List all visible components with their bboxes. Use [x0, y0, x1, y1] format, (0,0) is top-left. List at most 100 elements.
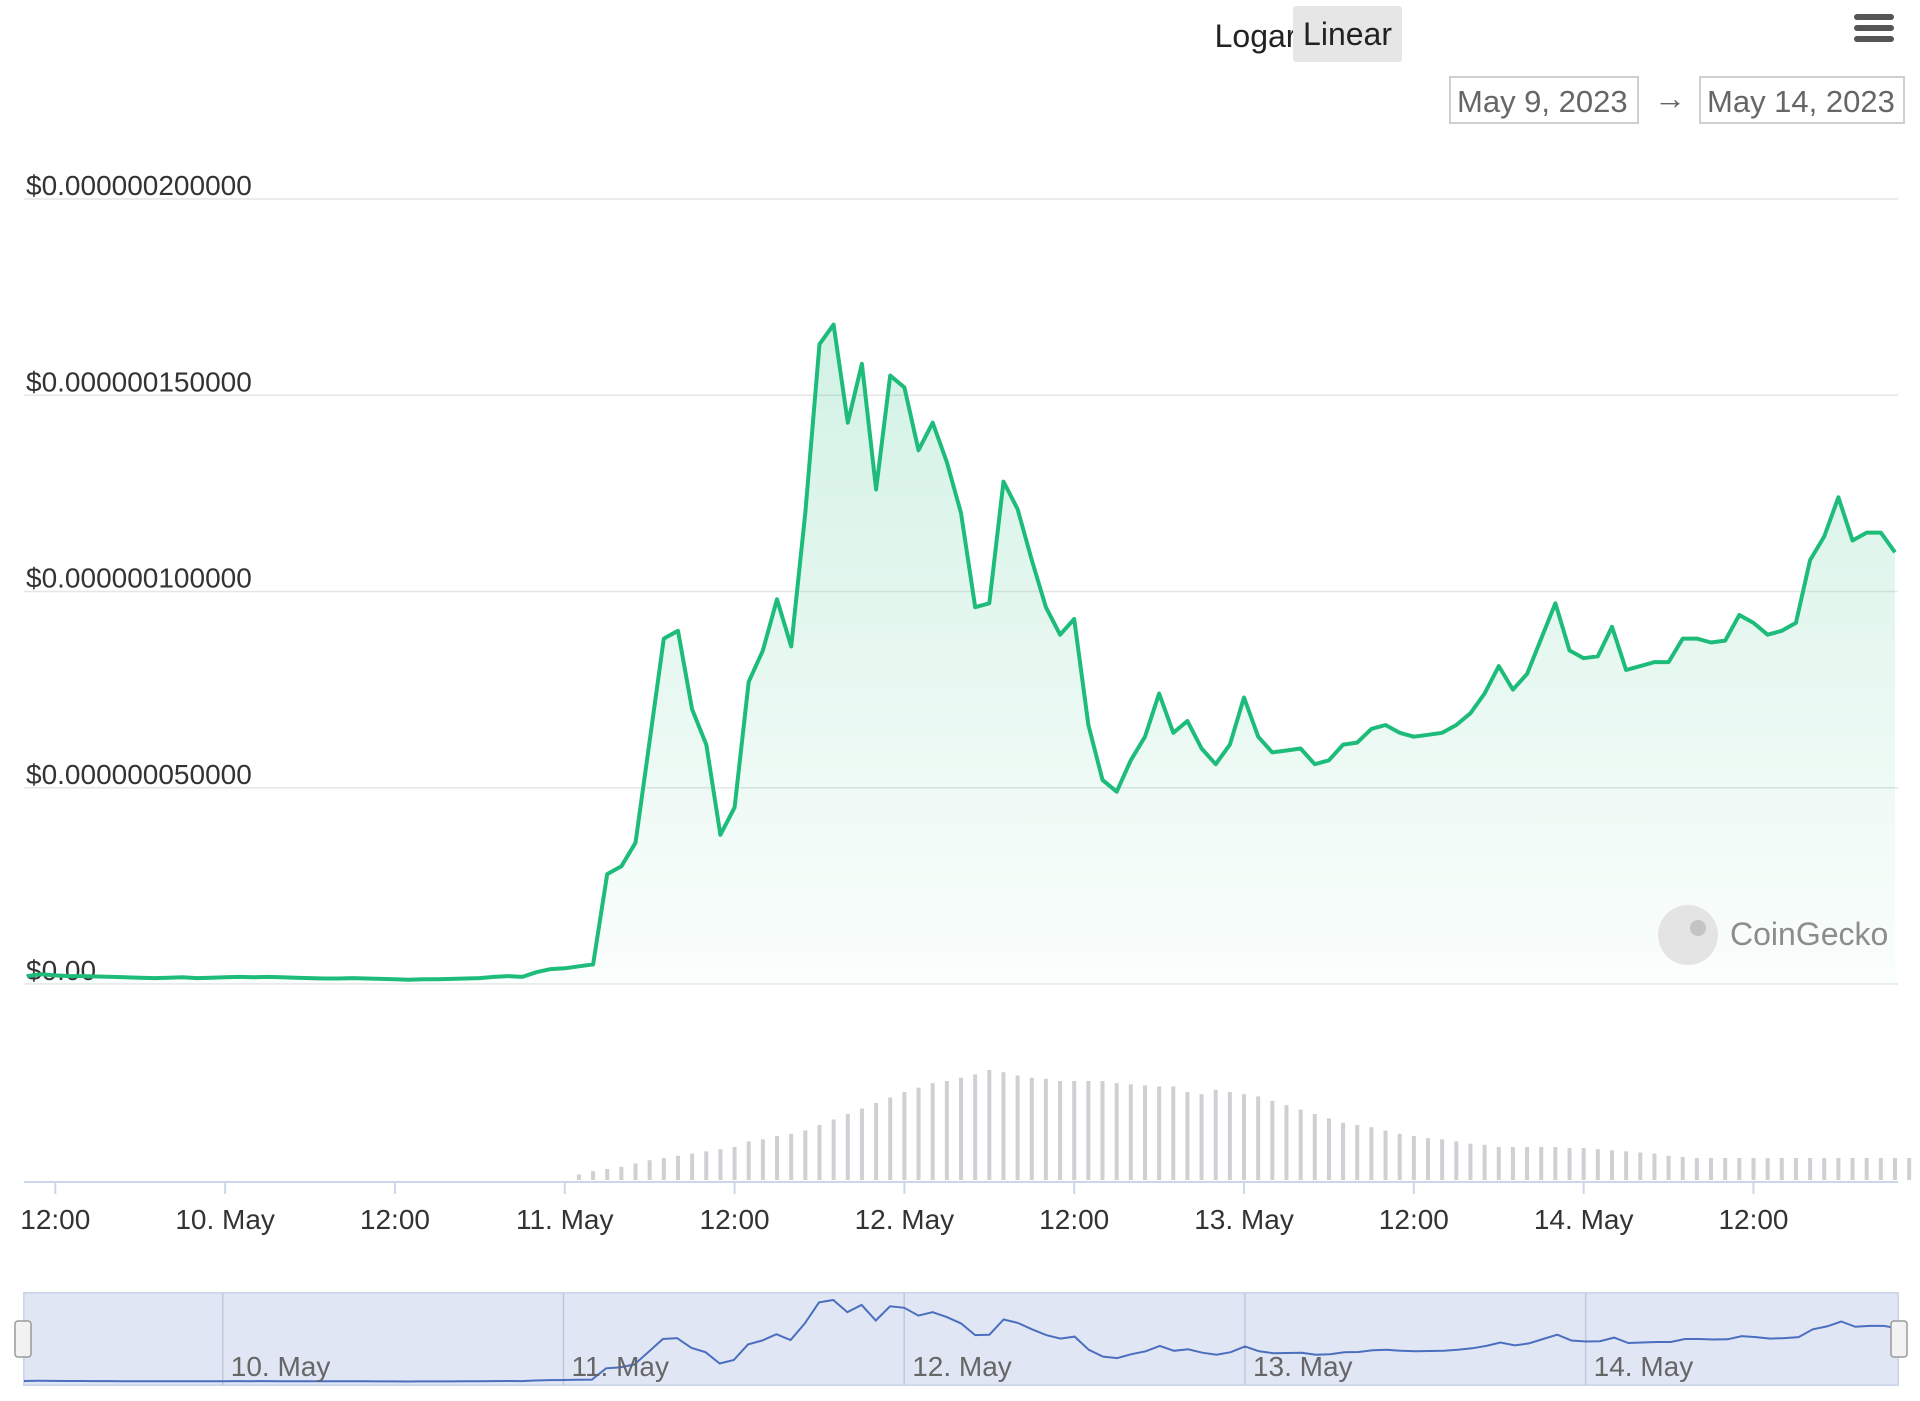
volume-bar [1341, 1122, 1346, 1180]
volume-bar [1199, 1094, 1204, 1180]
volume-bar [1510, 1147, 1515, 1180]
volume-bar [1298, 1109, 1303, 1180]
volume-bar [817, 1125, 822, 1180]
volume-bar [789, 1133, 794, 1180]
volume-bar [1666, 1155, 1671, 1180]
x-tick-label: 12. May [855, 1204, 955, 1235]
volume-bar [704, 1151, 709, 1180]
x-tick-label: 12:00 [1379, 1204, 1449, 1235]
navigator-left-handle[interactable] [14, 1320, 32, 1358]
volume-bar [1185, 1092, 1190, 1180]
volume-bar [930, 1083, 935, 1180]
volume-bar [1086, 1081, 1091, 1180]
volume-bar [959, 1077, 963, 1180]
volume-bar [944, 1081, 949, 1180]
volume-bars [576, 1070, 1912, 1180]
volume-bar [647, 1160, 652, 1180]
volume-bar [902, 1092, 907, 1180]
volume-bar [1907, 1158, 1912, 1180]
volume-bar [1539, 1147, 1544, 1180]
volume-bar [690, 1153, 695, 1180]
volume-bar [591, 1171, 596, 1180]
volume-bar [1270, 1100, 1275, 1180]
volume-bar [845, 1114, 850, 1180]
volume-bar [1426, 1138, 1430, 1180]
navigator-label: 10. May [231, 1351, 331, 1382]
x-tick-label: 12:00 [20, 1204, 90, 1235]
volume-bar [888, 1097, 893, 1180]
x-tick-label: 10. May [175, 1204, 275, 1235]
coingecko-logo-icon [1658, 905, 1718, 965]
navigator-label: 11. May [571, 1351, 669, 1382]
y-tick-label: $0.000000150000 [26, 366, 252, 397]
x-tick-label: 12:00 [1718, 1204, 1788, 1235]
x-tick-label: 13. May [1194, 1204, 1294, 1235]
volume-bar [803, 1130, 808, 1180]
volume-bar [1100, 1081, 1105, 1180]
navigator-right-handle[interactable] [1890, 1320, 1908, 1358]
volume-bar [1751, 1158, 1756, 1180]
volume-bar [1015, 1075, 1020, 1180]
volume-bar [1567, 1148, 1572, 1180]
volume-bar [1256, 1096, 1261, 1180]
volume-bar [1468, 1143, 1473, 1180]
volume-bar [1793, 1158, 1798, 1180]
volume-bar [1836, 1158, 1841, 1180]
volume-bar [1595, 1149, 1600, 1180]
x-tick-label: 11. May [516, 1204, 614, 1235]
volume-bar [1284, 1105, 1289, 1180]
volume-bar [1157, 1086, 1162, 1180]
volume-bar [1213, 1089, 1218, 1180]
volume-bar [1878, 1158, 1883, 1180]
volume-bar [1355, 1125, 1360, 1180]
volume-bar [1482, 1144, 1487, 1180]
volume-bar [1383, 1130, 1388, 1180]
volume-bar [619, 1166, 624, 1180]
volume-bar [1652, 1153, 1657, 1180]
navigator-label: 12. May [912, 1351, 1012, 1382]
y-tick-label: $0.000000200000 [26, 170, 252, 201]
volume-bar [1553, 1147, 1558, 1180]
volume-bar [1822, 1158, 1827, 1180]
price-chart: $0.00$0.000000050000$0.000000100000$0.00… [14, 170, 1912, 1386]
volume-bar [760, 1139, 765, 1180]
volume-bar [1638, 1152, 1643, 1180]
volume-bar [1440, 1139, 1445, 1180]
volume-bar [1779, 1158, 1784, 1180]
volume-bar [831, 1119, 836, 1180]
y-tick-label: $0.000000050000 [26, 759, 252, 790]
volume-bar [1765, 1158, 1770, 1180]
volume-bar [1525, 1147, 1530, 1180]
volume-bar [987, 1070, 992, 1180]
volume-bar [1227, 1092, 1232, 1180]
volume-bar [1001, 1072, 1006, 1180]
volume-bar [1043, 1078, 1048, 1180]
volume-bar [1694, 1158, 1699, 1180]
volume-bar [1326, 1118, 1331, 1180]
volume-bar [775, 1136, 780, 1180]
volume-bar [576, 1174, 581, 1180]
volume-bar [1411, 1136, 1416, 1180]
volume-bar [973, 1074, 978, 1180]
navigator-label: 13. May [1253, 1351, 1353, 1382]
volume-bar [675, 1155, 680, 1180]
x-tick-label: 12:00 [700, 1204, 770, 1235]
volume-bar [874, 1103, 879, 1180]
watermark-text: CoinGecko [1730, 916, 1888, 952]
volume-bar [746, 1141, 751, 1180]
volume-bar [1171, 1086, 1176, 1180]
volume-bar [1624, 1151, 1629, 1180]
volume-bar [1581, 1148, 1586, 1180]
volume-bar [633, 1163, 638, 1180]
volume-bar [1737, 1158, 1742, 1180]
volume-bar [1242, 1094, 1247, 1180]
volume-bar [1496, 1147, 1501, 1180]
x-tick-label: 12:00 [360, 1204, 430, 1235]
volume-bar [1850, 1158, 1855, 1180]
volume-bar [1893, 1158, 1897, 1180]
range-navigator[interactable]: 10. May 11. May 12. May 13. May 14. May [14, 1292, 1908, 1386]
navigator-label: 14. May [1594, 1351, 1694, 1382]
volume-bar [718, 1149, 723, 1180]
volume-bar [1312, 1114, 1317, 1180]
volume-bar [1128, 1084, 1133, 1180]
